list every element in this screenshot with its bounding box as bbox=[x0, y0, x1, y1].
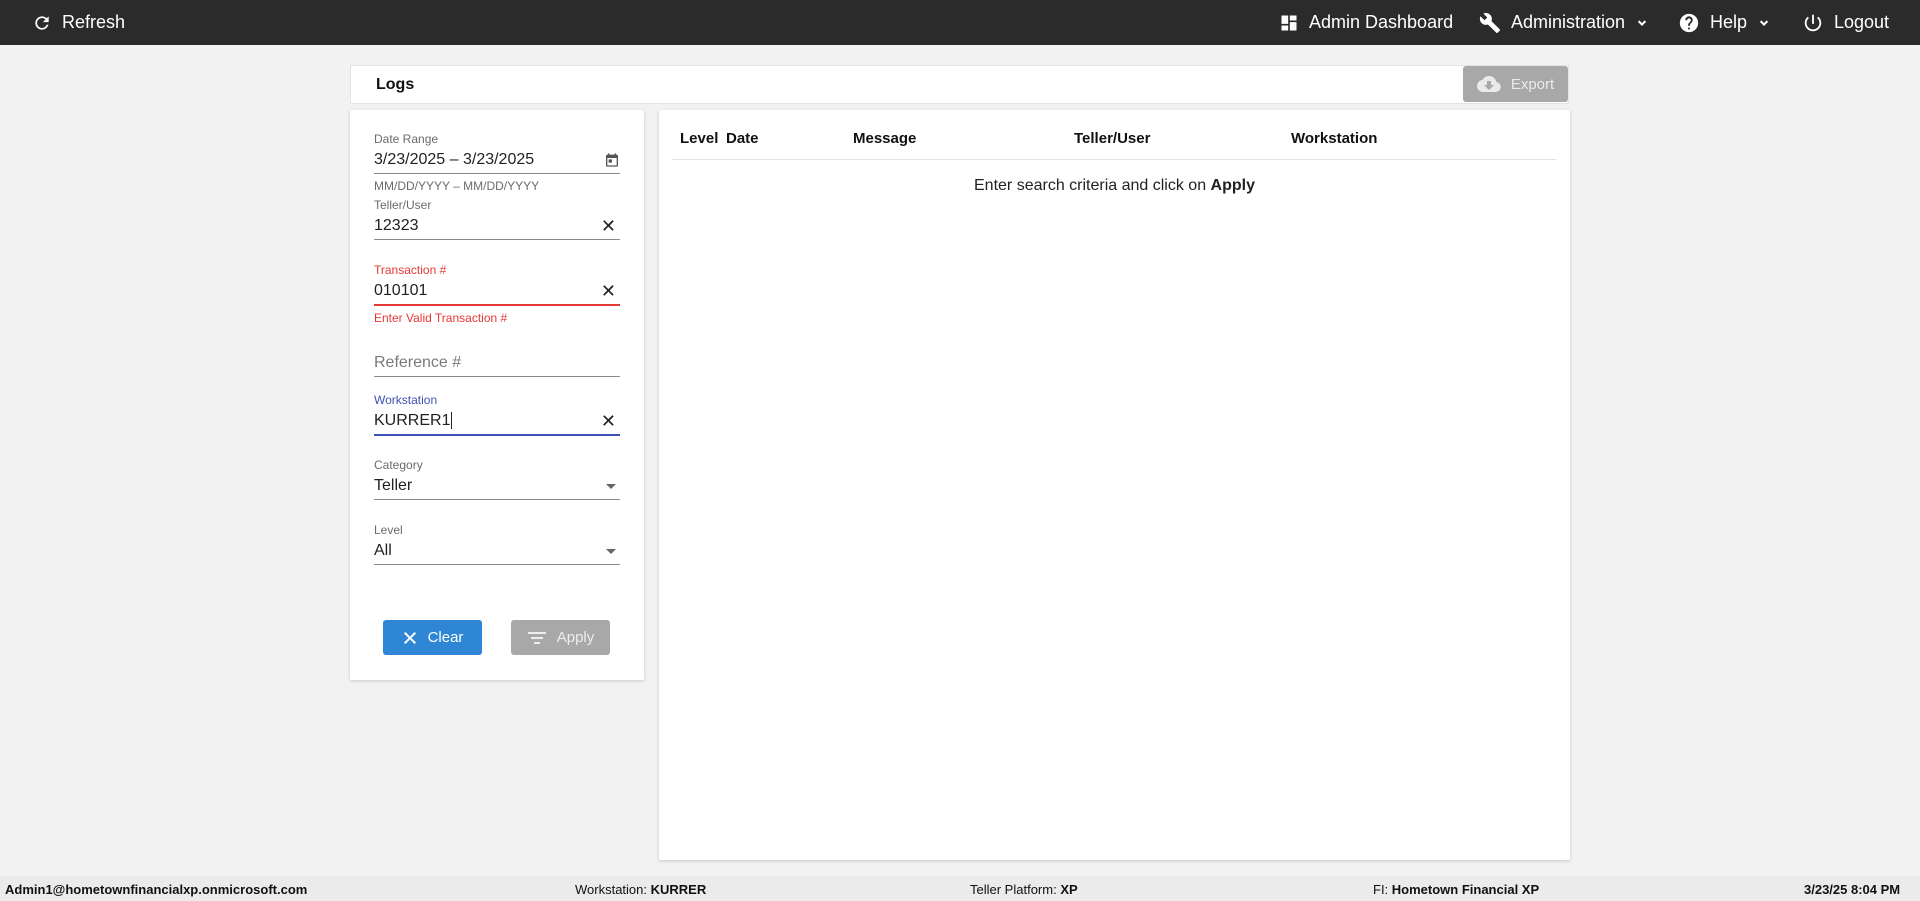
help-menu[interactable]: Help bbox=[1678, 0, 1771, 45]
column-header-level[interactable]: Level bbox=[680, 130, 718, 147]
date-range-label: Date Range bbox=[374, 132, 439, 146]
dropdown-arrow-icon[interactable] bbox=[606, 548, 616, 554]
page-title: Logs bbox=[376, 75, 415, 93]
administration-menu[interactable]: Administration bbox=[1479, 0, 1649, 45]
teller-user-label: Teller/User bbox=[374, 198, 432, 212]
category-label: Category bbox=[374, 458, 423, 472]
footer-workstation: Workstation: KURRER bbox=[575, 882, 707, 897]
help-icon bbox=[1679, 13, 1699, 32]
help-label: Help bbox=[1710, 12, 1748, 32]
admin-dashboard-link[interactable]: Admin Dashboard bbox=[1279, 0, 1453, 45]
clear-label: Clear bbox=[427, 629, 464, 646]
power-icon bbox=[1804, 14, 1822, 31]
results-table-header: Level Date Message Teller/User Workstati… bbox=[672, 110, 1556, 160]
close-icon[interactable]: ✕ bbox=[601, 282, 620, 300]
column-header-teller-user[interactable]: Teller/User bbox=[1074, 130, 1150, 147]
category-select[interactable]: Category Teller bbox=[374, 458, 620, 500]
date-range-hint: MM/DD/YYYY – MM/DD/YYYY bbox=[374, 179, 540, 193]
logout-button[interactable]: Logout bbox=[1802, 0, 1889, 45]
workstation-field[interactable]: Workstation KURRER1 ✕ bbox=[374, 393, 620, 436]
close-icon[interactable]: ✕ bbox=[601, 412, 620, 430]
level-select[interactable]: Level All bbox=[374, 523, 620, 565]
transaction-label: Transaction # bbox=[374, 263, 447, 277]
column-header-message[interactable]: Message bbox=[853, 130, 916, 147]
footer-fi: FI: Hometown Financial XP bbox=[1373, 882, 1540, 897]
export-label: Export bbox=[1510, 75, 1555, 93]
footer-datetime: 3/23/25 8:04 PM bbox=[1804, 882, 1901, 897]
date-range-field[interactable]: Date Range 3/23/2025 – 3/23/2025 MM/DD/Y… bbox=[374, 132, 620, 193]
transaction-input[interactable]: 010101 bbox=[374, 282, 427, 300]
dashboard-icon bbox=[1281, 15, 1297, 30]
teller-user-input[interactable]: 12323 bbox=[374, 217, 419, 235]
clear-button[interactable]: Clear bbox=[383, 620, 482, 655]
footer-teller-platform: Teller Platform: XP bbox=[970, 882, 1078, 897]
date-range-value[interactable]: 3/23/2025 – 3/23/2025 bbox=[374, 151, 534, 169]
transaction-field[interactable]: Transaction # 010101 ✕ Enter Valid Trans… bbox=[374, 263, 620, 325]
administration-label: Administration bbox=[1511, 12, 1626, 32]
refresh-label: Refresh bbox=[62, 12, 126, 32]
transaction-error: Enter Valid Transaction # bbox=[374, 310, 508, 325]
level-value[interactable]: All bbox=[374, 542, 392, 560]
footer-user: Admin1@hometownfinancialxp.onmicrosoft.c… bbox=[5, 882, 308, 897]
logs-header: Logs bbox=[350, 65, 1569, 104]
apply-button[interactable]: Apply bbox=[511, 620, 610, 655]
status-footer: Admin1@hometownfinancialxp.onmicrosoft.c… bbox=[0, 876, 1920, 901]
close-icon[interactable]: ✕ bbox=[601, 217, 620, 235]
reference-field[interactable]: Reference # bbox=[374, 349, 620, 377]
column-header-date[interactable]: Date bbox=[726, 130, 759, 147]
category-value[interactable]: Teller bbox=[374, 477, 412, 495]
reference-input[interactable]: Reference # bbox=[374, 354, 461, 372]
dropdown-arrow-icon[interactable] bbox=[606, 483, 616, 489]
admin-dashboard-label: Admin Dashboard bbox=[1309, 12, 1454, 32]
workstation-input[interactable]: KURRER1 bbox=[374, 412, 453, 430]
chevron-down-icon bbox=[1759, 19, 1769, 26]
filter-icon bbox=[527, 631, 546, 644]
column-header-workstation[interactable]: Workstation bbox=[1291, 130, 1377, 147]
export-button[interactable]: Export bbox=[1463, 66, 1568, 102]
chevron-down-icon bbox=[1637, 19, 1647, 26]
workstation-label: Workstation bbox=[374, 393, 438, 407]
empty-state-message: Enter search criteria and click on Apply bbox=[974, 177, 1255, 194]
wrench-icon bbox=[1479, 12, 1501, 33]
refresh-button[interactable]: Refresh bbox=[32, 0, 125, 45]
cloud-download-icon bbox=[1476, 76, 1501, 92]
logout-label: Logout bbox=[1834, 12, 1890, 32]
level-label: Level bbox=[374, 523, 403, 537]
calendar-icon[interactable] bbox=[604, 152, 620, 168]
close-icon bbox=[403, 631, 416, 644]
apply-label: Apply bbox=[556, 629, 595, 646]
results-panel: Level Date Message Teller/User Workstati… bbox=[659, 110, 1570, 860]
refresh-icon bbox=[35, 15, 49, 30]
top-navigation-bar: Refresh Admin Dashboard Administration H… bbox=[0, 0, 1920, 45]
filter-panel: Date Range 3/23/2025 – 3/23/2025 MM/DD/Y… bbox=[350, 110, 644, 680]
teller-user-field[interactable]: Teller/User 12323 ✕ bbox=[374, 198, 620, 240]
